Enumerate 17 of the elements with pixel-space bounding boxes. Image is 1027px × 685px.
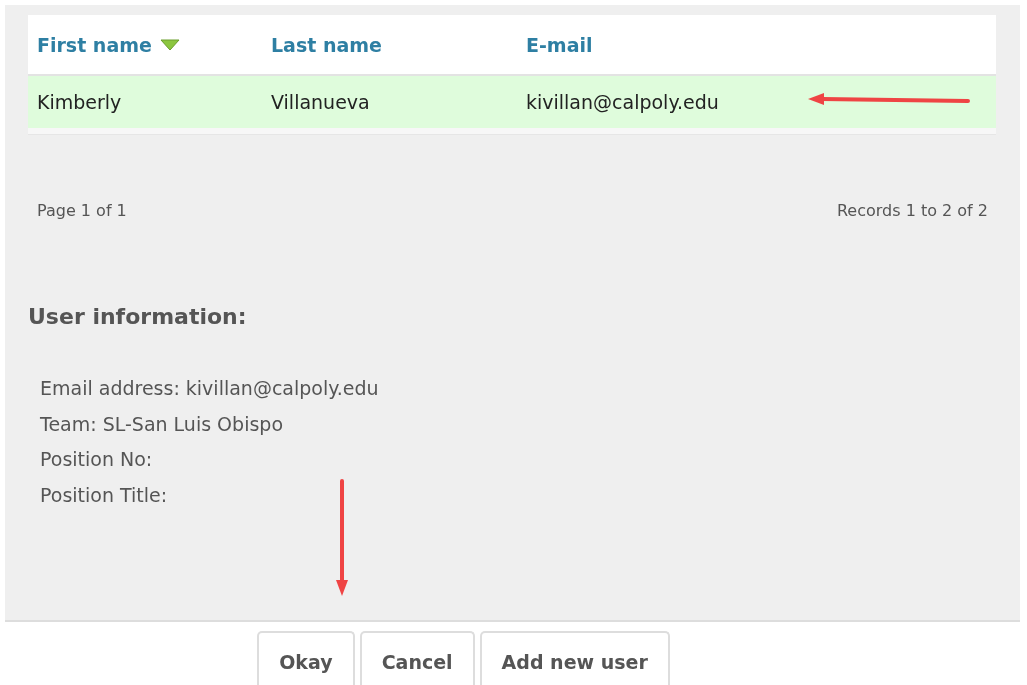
info-line: Team: SL-San Luis Obispo <box>40 411 284 437</box>
info-line: Position Title: <box>40 482 169 508</box>
table-cell-text: Kimberly <box>36 91 123 113</box>
column-header[interactable]: E-mail <box>526 33 593 56</box>
dialog-button[interactable]: Add new user <box>479 631 670 685</box>
page-indicator: Page 1 of 1 <box>37 201 127 220</box>
records-count: Records 1 to 2 of 2 <box>836 201 988 220</box>
column-header[interactable]: Last name <box>271 33 382 56</box>
table-cell: kivillan@calpoly.edu <box>526 91 719 113</box>
info-line: Email address: kivillan@calpoly.edu <box>40 376 380 401</box>
table-cell-text: Villanueva <box>271 91 371 113</box>
info-line: Position No: <box>40 447 154 472</box>
table-row[interactable]: Kimberly Villanueva kivillan@calpoly.edu <box>28 76 996 128</box>
dialog-button[interactable]: Cancel <box>359 631 475 685</box>
dialog-button[interactable]: Okay <box>257 631 355 685</box>
column-header[interactable]: First name <box>37 33 152 56</box>
section-heading: User information: <box>28 304 248 329</box>
